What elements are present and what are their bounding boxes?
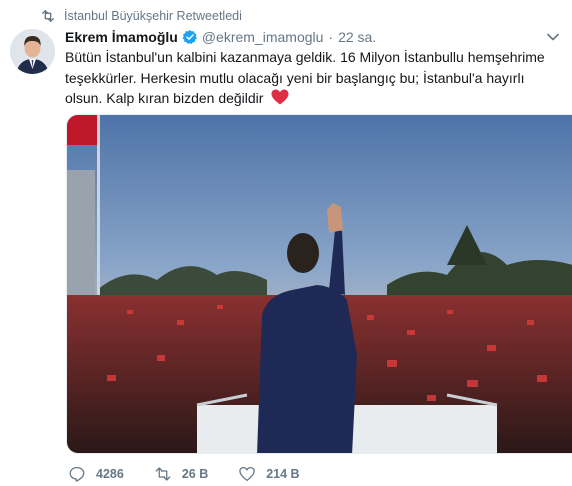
- retweet-count: 26 B: [181, 467, 209, 481]
- retweet-icon: [155, 467, 171, 481]
- tweet-text: Bütün İstanbul'un kalbini kazanmaya geld…: [65, 47, 565, 109]
- like-count: 214 B: [266, 467, 300, 481]
- retweet-indicator-text: İstanbul Büyükşehir Retweetledi: [64, 9, 242, 23]
- separator-dot: ·: [328, 29, 334, 45]
- tweet-header: Ekrem İmamoğlu @ekrem_imamoglu · 22 sa.: [65, 27, 376, 47]
- avatar[interactable]: [10, 29, 55, 74]
- reply-icon: [69, 466, 85, 482]
- retweet-icon: [42, 10, 54, 23]
- chevron-down-icon[interactable]: [546, 30, 560, 44]
- verified-badge-icon: [182, 30, 197, 44]
- heart-icon: [239, 466, 255, 482]
- reply-count: 4286: [96, 467, 124, 481]
- red-heart-icon: [271, 89, 289, 105]
- retweet-button[interactable]: 26 B: [154, 465, 208, 483]
- tweet-timestamp[interactable]: 22 sa.: [338, 29, 376, 45]
- tweet-actions: 4286 26 B 214 B: [68, 464, 330, 484]
- retweet-indicator[interactable]: İstanbul Büyükşehir Retweetledi: [40, 6, 242, 26]
- like-button[interactable]: 214 B: [238, 465, 300, 483]
- rally-photo-image: [67, 115, 572, 453]
- avatar-image: [10, 29, 55, 74]
- author-name[interactable]: Ekrem İmamoğlu: [65, 29, 178, 45]
- tweet-photo[interactable]: [66, 114, 572, 454]
- author-handle[interactable]: @ekrem_imamoglu: [202, 29, 324, 45]
- reply-button[interactable]: 4286: [68, 465, 124, 483]
- tweet-text-content: Bütün İstanbul'un kalbini kazanmaya geld…: [65, 49, 545, 106]
